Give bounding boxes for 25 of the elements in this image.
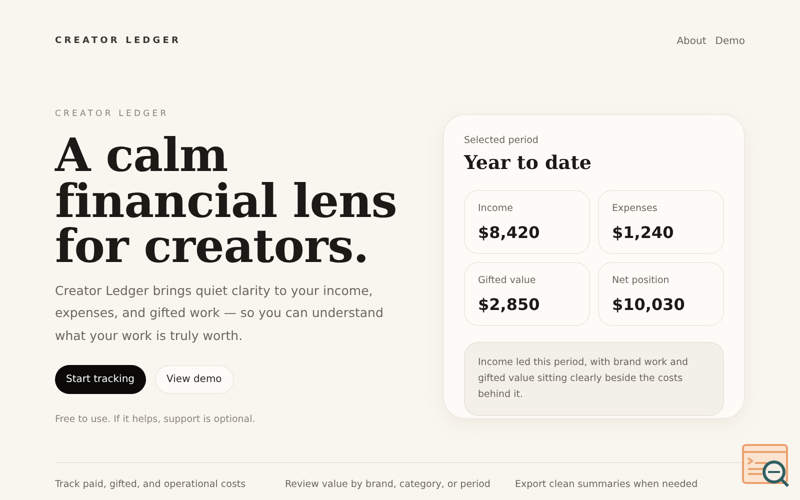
metric-value: $2,850 — [478, 295, 541, 314]
period-title: Year to date — [464, 152, 592, 174]
nav-link[interactable]: Demo — [715, 36, 745, 46]
feature-text: Export clean summaries when needed — [515, 479, 699, 490]
feature-text: Track paid, gifted, and operational costs — [55, 479, 247, 490]
insight-text: Income led this period, with brand work and gifted value sitting clearly beside the costs behind it. — [464, 342, 724, 416]
brand-name: CREATOR LEDGER — [55, 36, 182, 46]
period-label: Selected period — [464, 135, 540, 146]
headline-line: for creators. — [55, 224, 370, 270]
feature-text: Review value by brand, category, or period — [285, 479, 492, 490]
support-note: Free to use. If it helps, support is optional. — [55, 414, 256, 425]
metric-label: Income — [478, 203, 514, 214]
headline-line: financial lens — [55, 178, 398, 224]
headline-line: A calm — [55, 133, 229, 178]
metric-value: $1,240 — [612, 223, 675, 242]
metric-label: Net position — [612, 275, 670, 286]
metric-value: $10,030 — [612, 295, 686, 314]
eyebrow-label: CREATOR LEDGER — [55, 109, 170, 119]
metric-label: Gifted value — [478, 275, 537, 286]
demo-button[interactable]: View demo — [154, 365, 234, 394]
start-button[interactable]: Start tracking — [55, 365, 146, 394]
metric-value: $8,420 — [478, 223, 541, 242]
nav-link[interactable]: About — [676, 36, 706, 46]
metric-label: Expenses — [612, 203, 658, 214]
hero-description: Creator Ledger brings quiet clarity to your income, expenses, and gifted work — so you can understand what your work is truly worth. — [55, 282, 384, 345]
